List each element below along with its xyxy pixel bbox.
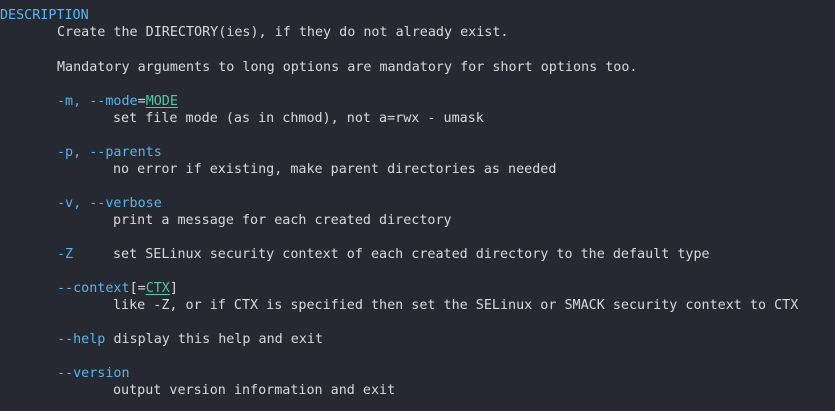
option-help-flag: --help bbox=[57, 332, 106, 347]
option-context-flag: --context bbox=[57, 281, 130, 296]
section-heading: DESCRIPTION bbox=[0, 8, 89, 23]
option-mode: -m, --mode=MODE bbox=[57, 93, 178, 110]
option-mode-flags: -m, --mode bbox=[57, 94, 138, 109]
intro-line-2: Mandatory arguments to long options are … bbox=[57, 60, 638, 75]
option-selinux-desc: set SELinux security context of each cre… bbox=[113, 247, 710, 262]
option-selinux-flag: -Z bbox=[57, 247, 74, 262]
option-verbose-flags: -v, --verbose bbox=[57, 196, 162, 211]
option-context-desc: like -Z, or if CTX is specified then set… bbox=[113, 298, 799, 313]
option-parents-flags: -p, --parents bbox=[57, 145, 162, 160]
option-context-arg: CTX bbox=[145, 281, 170, 296]
option-mode-equals: = bbox=[137, 94, 146, 109]
option-context: --context[=CTX] bbox=[57, 280, 178, 297]
option-version-flag: --version bbox=[57, 366, 130, 381]
option-mode-desc: set file mode (as in chmod), not a=rwx -… bbox=[113, 111, 484, 126]
option-verbose-desc: print a message for each created directo… bbox=[113, 213, 452, 228]
option-context-bracket-close: ] bbox=[169, 281, 178, 296]
option-help-desc: display this help and exit bbox=[113, 332, 324, 347]
option-help: --help display this help and exit bbox=[57, 331, 323, 348]
option-version-desc: output version information and exit bbox=[113, 383, 396, 398]
option-context-bracket-open: [= bbox=[129, 281, 146, 296]
option-parents-desc: no error if existing, make parent direct… bbox=[113, 162, 557, 177]
option-mode-arg: MODE bbox=[145, 94, 178, 109]
intro-line-1: Create the DIRECTORY(ies), if they do no… bbox=[57, 25, 509, 40]
